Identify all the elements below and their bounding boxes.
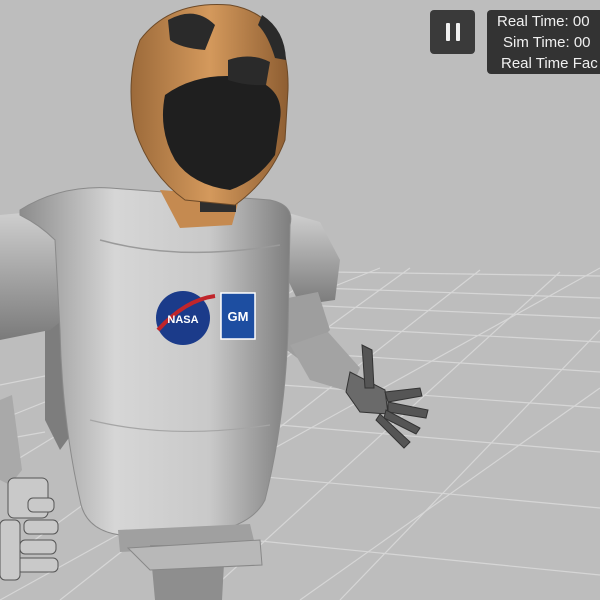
sim-time-readout: Sim Time: 00 (503, 34, 591, 51)
nasa-logo-text: NASA (167, 314, 198, 326)
robot-left-hand (0, 477, 59, 581)
3d-viewport[interactable]: NASA GM Real Time: 00 Sim Time: 00 Real … (0, 0, 600, 600)
pause-button[interactable] (430, 10, 475, 54)
pause-icon (445, 23, 450, 41)
real-time-readout: Real Time: 00 (497, 13, 590, 30)
gm-logo-text: GM (228, 309, 249, 324)
gm-logo: GM (220, 292, 256, 340)
robot-left-forearm (0, 395, 22, 485)
robot-scene[interactable]: NASA GM (0, 0, 600, 600)
simulation-stats-panel: Real Time: 00 Sim Time: 00 Real Time Fac (487, 10, 600, 74)
real-time-factor-readout: Real Time Fac (501, 55, 598, 72)
